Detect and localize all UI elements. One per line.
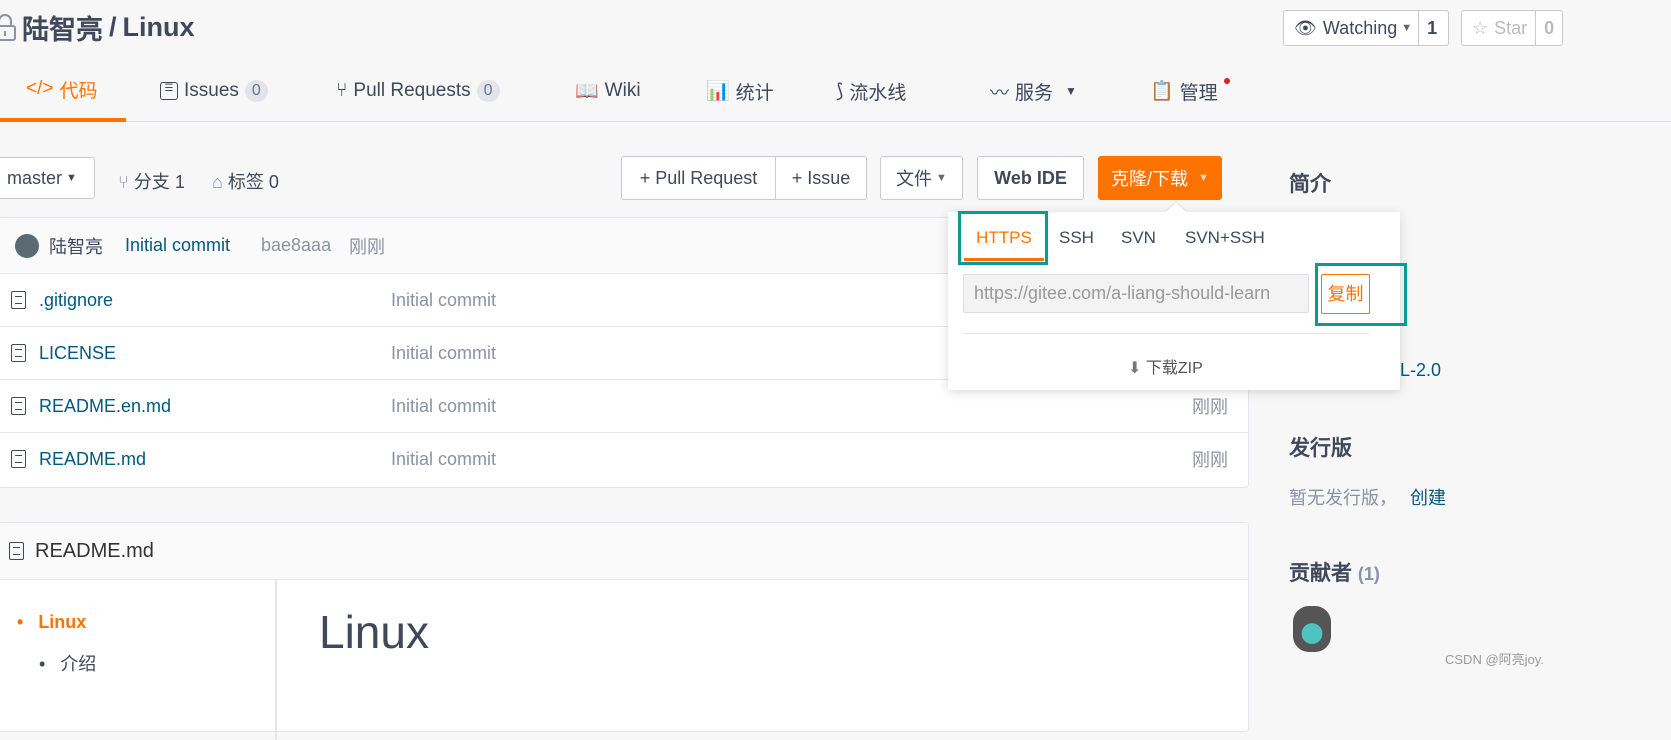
pulse-icon: 〰: [990, 82, 1010, 104]
watermark: CSDN @阿亮joy.: [1445, 652, 1544, 667]
file-icon: [11, 291, 26, 309]
contributor-avatar[interactable]: [1293, 606, 1331, 652]
avatar[interactable]: [15, 233, 39, 258]
bar-chart-icon: 📊: [706, 81, 730, 102]
download-zip-button[interactable]: ⬇ 下载ZIP: [1128, 354, 1203, 378]
lock-icon: [0, 13, 16, 41]
repo-title: 陆智亮 / Linux: [0, 8, 195, 47]
tab-wiki[interactable]: 📖 Wiki: [575, 60, 641, 122]
dropdown-arrow: [1166, 202, 1186, 222]
contributors-title: 贡献者 (1): [1289, 562, 1380, 585]
release-title: 发行版: [1289, 437, 1352, 460]
readme-panel: README.md • Linux • 介绍 Linux: [0, 522, 1249, 740]
tab-manage[interactable]: 📋 管理: [1150, 60, 1230, 122]
pull-request-icon: ⑂: [336, 80, 348, 101]
pipeline-icon: ⟆: [836, 80, 844, 102]
file-icon: [11, 397, 26, 415]
clone-url-input[interactable]: https://gitee.com/a-liang-should-learn: [963, 274, 1309, 313]
readme-icon: [9, 542, 24, 560]
highlight-box-https: [958, 211, 1048, 265]
issues-icon: ☰: [160, 82, 178, 100]
license-link[interactable]: L-2.0: [1400, 360, 1441, 381]
repo-owner[interactable]: 陆智亮: [22, 8, 103, 47]
tab-pipeline[interactable]: ⟆ 流水线: [836, 60, 906, 122]
eye-icon: 👁: [1294, 17, 1317, 38]
tab-pull-requests[interactable]: ⑂ Pull Requests 0: [336, 60, 500, 122]
star-icon: ☆: [1472, 17, 1489, 38]
tags-link[interactable]: ⌂ 标签 0: [212, 168, 279, 194]
clone-download-button[interactable]: 克隆/下载 ▼: [1098, 156, 1222, 200]
tab-svn[interactable]: SVN: [1121, 228, 1156, 248]
caret-down-icon: ▼: [66, 172, 77, 184]
release-empty: 暂无发行版， 创建: [1289, 488, 1447, 508]
book-icon: 📖: [575, 81, 599, 102]
tab-issues[interactable]: ☰ Issues 0: [160, 60, 268, 122]
new-issue-button[interactable]: + Issue: [775, 156, 867, 200]
intro-title: 简介: [1289, 173, 1331, 196]
tab-code[interactable]: </> 代码: [0, 60, 126, 122]
manage-icon: 📋: [1150, 81, 1174, 102]
readme-heading: Linux: [319, 606, 429, 658]
branch-select[interactable]: master ▼: [0, 157, 95, 199]
watch-count: 1: [1418, 11, 1445, 45]
file-icon: [11, 450, 26, 468]
notification-dot: [1223, 78, 1230, 84]
caret-down-icon: ▼: [1198, 172, 1209, 184]
caret-down-icon: ▼: [1065, 84, 1077, 98]
tab-ssh[interactable]: SSH: [1059, 228, 1094, 248]
tag-icon: ⌂: [212, 172, 228, 192]
download-icon: ⬇: [1128, 360, 1142, 377]
readme-header: README.md: [0, 523, 1248, 580]
create-release-link[interactable]: 创建: [1410, 488, 1446, 508]
file-menu-button[interactable]: 文件 ▼: [880, 156, 963, 200]
tab-services[interactable]: 〰服务 ▼: [990, 60, 1077, 122]
file-row[interactable]: README.md Initial commit 刚刚: [0, 432, 1248, 485]
branches-link[interactable]: ⑂ 分支 1: [118, 168, 185, 194]
branch-icon: ⑂: [118, 172, 134, 192]
tab-stats[interactable]: 📊 统计: [706, 60, 774, 122]
tab-svn-ssh[interactable]: SVN+SSH: [1185, 228, 1265, 248]
code-icon: </>: [26, 78, 54, 99]
toc-item[interactable]: • 介绍: [39, 650, 96, 676]
file-icon: [11, 344, 26, 362]
caret-down-icon: ▼: [936, 172, 947, 184]
toc-item[interactable]: • Linux: [17, 612, 86, 633]
repo-name[interactable]: Linux: [123, 12, 195, 43]
web-ide-button[interactable]: Web IDE: [977, 156, 1084, 200]
caret-down-icon: ▼: [1401, 22, 1413, 34]
watch-button[interactable]: 👁 Watching ▼ 1: [1283, 10, 1449, 46]
star-button[interactable]: ☆ Star 0: [1461, 10, 1563, 46]
divider: [963, 333, 1369, 334]
highlight-box-copy: [1315, 263, 1407, 326]
new-pull-request-button[interactable]: + Pull Request: [621, 156, 776, 200]
readme-toc: • Linux • 介绍: [0, 580, 277, 740]
repo-nav: </> 代码 ☰ Issues 0 ⑂ Pull Requests 0 📖 Wiki 📊 统计…: [0, 60, 1671, 122]
